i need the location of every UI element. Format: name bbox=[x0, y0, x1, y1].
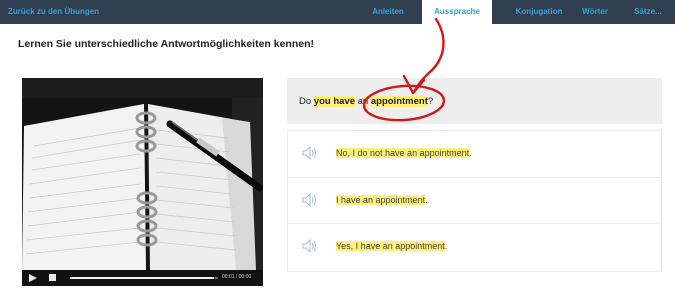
speaker-icon[interactable] bbox=[302, 193, 318, 207]
speaker-icon[interactable] bbox=[302, 146, 318, 160]
video-controls: 00:01 / 00:06 bbox=[22, 270, 263, 286]
video-time-readout: 00:01 / 00:06 bbox=[222, 274, 252, 280]
answer-list: No, I do not have an appointment. I have… bbox=[287, 130, 662, 272]
back-to-exercises-link[interactable]: Zurück zu den Übungen bbox=[8, 7, 99, 16]
video-progress-fill bbox=[70, 277, 214, 279]
answer-text-segment: Yes, I have an appointment bbox=[336, 241, 445, 251]
answer-text-segment: I have an appointment bbox=[336, 195, 426, 205]
top-navigation-bar: Zurück zu den Übungen Anleiten Aussprach… bbox=[0, 0, 675, 24]
tab-konjugation[interactable]: Konjugation bbox=[504, 0, 574, 24]
page-title: Lernen Sie unterschiedliche Antwortmögli… bbox=[18, 38, 314, 50]
stop-icon[interactable] bbox=[49, 274, 56, 281]
answer-text-segment: . bbox=[444, 241, 448, 251]
question-prefix: Do bbox=[299, 96, 314, 107]
question-suffix: ? bbox=[427, 96, 434, 107]
question-mid: a bbox=[354, 96, 363, 107]
answer-text-segment: No, I do bbox=[336, 148, 371, 158]
tab-anleiten[interactable]: Anleiten bbox=[356, 0, 420, 24]
tab-woerter[interactable]: Wörter bbox=[574, 0, 616, 24]
question-highlight-appointment: appointment bbox=[370, 96, 428, 107]
video-progress-bar[interactable] bbox=[70, 277, 218, 279]
question-highlight-you-have: you have bbox=[313, 96, 355, 107]
speaker-icon[interactable] bbox=[302, 239, 318, 253]
answer-option[interactable]: No, I do not have an appointment. bbox=[288, 131, 661, 177]
answer-text-segment: . bbox=[425, 195, 428, 205]
answer-text-segment: . bbox=[469, 148, 472, 158]
tab-aussprache[interactable]: Aussprache bbox=[422, 0, 492, 24]
answer-text: Yes, I have an appointment. bbox=[336, 241, 447, 251]
answer-text: No, I do not have an appointment. bbox=[336, 148, 472, 158]
answer-text-segment: not have an appointment bbox=[370, 148, 470, 158]
question-panel: Do you have an appointment? bbox=[287, 78, 662, 124]
video-player[interactable]: 00:01 / 00:06 bbox=[22, 78, 263, 286]
play-icon[interactable] bbox=[29, 274, 37, 282]
answer-option[interactable]: I have an appointment. bbox=[288, 177, 661, 224]
answer-option[interactable]: Yes, I have an appointment. bbox=[288, 223, 661, 270]
question-text: Do you have an appointment? bbox=[299, 96, 433, 107]
answer-text: I have an appointment. bbox=[336, 195, 428, 205]
tab-saetze[interactable]: Sätze... bbox=[624, 0, 672, 24]
planner-and-pen-image bbox=[22, 78, 263, 270]
